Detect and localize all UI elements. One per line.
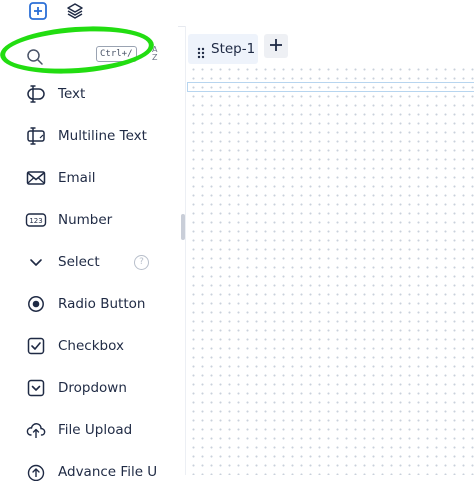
- field-item-label: Email: [58, 170, 96, 186]
- field-item-number[interactable]: 123 Number: [18, 205, 168, 235]
- drag-handle-icon[interactable]: [197, 44, 205, 63]
- field-item-label: Text: [58, 86, 86, 102]
- add-step-button[interactable]: [264, 34, 288, 58]
- checkbox-icon: [24, 334, 48, 358]
- sort-alpha-icon[interactable]: A Z: [152, 46, 157, 62]
- field-item-dropdown[interactable]: Dropdown: [18, 373, 168, 403]
- field-palette-sidebar: Ctrl+/ A Z Text Multiline Text Email 123…: [0, 26, 178, 481]
- field-item-label: Number: [58, 212, 113, 228]
- sort-bottom-letter: Z: [152, 53, 158, 62]
- dropdown-icon: [24, 376, 48, 400]
- form-drop-zone[interactable]: [187, 82, 474, 92]
- field-item-label: Advance File U: [58, 464, 158, 480]
- field-item-select[interactable]: Select ?: [18, 247, 168, 277]
- plus-icon: [269, 37, 283, 56]
- chevron-down-icon: [24, 250, 48, 274]
- field-item-text[interactable]: Text: [18, 79, 168, 109]
- field-item-label: Radio Button: [58, 296, 146, 312]
- field-item-checkbox[interactable]: Checkbox: [18, 331, 168, 361]
- text-field-icon: [24, 82, 48, 106]
- plus-square-icon[interactable]: [28, 1, 48, 21]
- layers-icon[interactable]: [65, 1, 85, 21]
- tab-step-1[interactable]: Step-1: [188, 34, 258, 64]
- field-search-input[interactable]: Ctrl+/ A Z: [14, 40, 157, 74]
- radio-icon: [24, 292, 48, 316]
- field-item-email[interactable]: Email: [18, 163, 168, 193]
- field-item-label: File Upload: [58, 422, 133, 438]
- field-item-radio-button[interactable]: Radio Button: [18, 289, 168, 319]
- svg-text:123: 123: [29, 217, 42, 225]
- field-item-advance-file-upload[interactable]: Advance File U: [18, 457, 168, 487]
- envelope-icon: [24, 166, 48, 190]
- field-item-file-upload[interactable]: File Upload: [18, 415, 168, 445]
- form-canvas[interactable]: [186, 26, 474, 475]
- help-icon[interactable]: ?: [134, 254, 149, 270]
- field-item-label: Dropdown: [58, 380, 127, 396]
- number-123-icon: 123: [24, 208, 48, 232]
- field-item-label: Select: [58, 254, 100, 270]
- cloud-upload-icon: [24, 418, 48, 442]
- field-item-label: Multiline Text: [58, 128, 147, 144]
- field-item-label: Checkbox: [58, 338, 124, 354]
- keyboard-shortcut-badge: Ctrl+/: [96, 46, 137, 62]
- multiline-text-icon: [24, 124, 48, 148]
- search-icon: [26, 48, 44, 70]
- tab-label: Step-1: [211, 41, 256, 57]
- step-tabs: Step-1: [186, 30, 474, 66]
- top-toolbar: [0, 0, 474, 27]
- upload-icon: [24, 460, 48, 484]
- field-item-multiline-text[interactable]: Multiline Text: [18, 121, 168, 151]
